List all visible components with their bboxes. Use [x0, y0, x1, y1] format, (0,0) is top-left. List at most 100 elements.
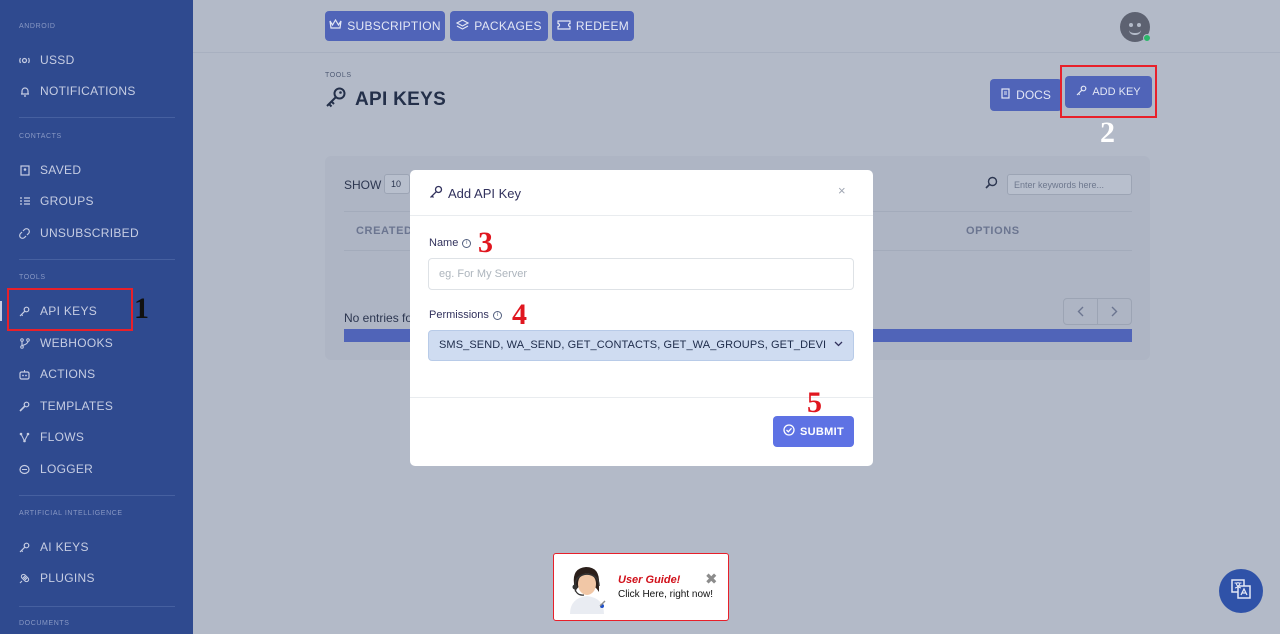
user-guide-subtitle: Click Here, right now!: [618, 589, 714, 600]
name-label: Name i: [429, 237, 472, 249]
permissions-select[interactable]: SMS_SEND, WA_SEND, GET_CONTACTS, GET_WA_…: [428, 330, 854, 361]
annotation-number-3: 3: [478, 226, 493, 259]
sidebar-item-logger[interactable]: LOGGER: [19, 459, 93, 479]
docs-label: DOCS: [1016, 88, 1051, 102]
online-status-dot: [1143, 34, 1151, 42]
user-guide-popup[interactable]: User Guide! Click Here, right now! ✖: [553, 553, 729, 621]
sidebar-item-unsubscribed[interactable]: UNSUBSCRIBED: [19, 223, 139, 243]
next-page-button[interactable]: [1098, 299, 1131, 324]
section-android: ANDROID: [19, 23, 56, 30]
sidebar-item-label: UNSUBSCRIBED: [40, 226, 139, 240]
permissions-value: SMS_SEND, WA_SEND, GET_CONTACTS, GET_WA_…: [439, 339, 827, 351]
branch-icon: [19, 337, 30, 349]
show-label: SHOW: [344, 178, 382, 192]
sidebar-item-flows[interactable]: FLOWS: [19, 427, 84, 447]
ticket-icon: [557, 19, 571, 33]
book-icon: [1001, 88, 1010, 102]
close-icon[interactable]: ×: [838, 183, 846, 198]
sidebar-item-label: WEBHOOKS: [40, 336, 114, 350]
name-label-text: Name: [429, 237, 459, 249]
sidebar-item-plugins[interactable]: PLUGINS: [19, 568, 95, 588]
redeem-label: REDEEM: [575, 19, 630, 33]
avatar-eye: [1137, 23, 1141, 27]
list-icon: [19, 196, 30, 207]
subscription-button[interactable]: SUBSCRIPTION: [325, 11, 445, 41]
key-icon: [325, 86, 347, 114]
key-icon: [429, 185, 443, 202]
section-tools: TOOLS: [19, 274, 46, 281]
page-title: API KEYS: [325, 86, 446, 114]
database-icon: [19, 464, 30, 475]
section-ai: ARTIFICIAL INTELLIGENCE: [19, 510, 123, 517]
redeem-button[interactable]: REDEEM: [552, 11, 634, 41]
avatar-eye: [1129, 23, 1133, 27]
annotation-number-2: 2: [1100, 116, 1115, 149]
active-indicator: [0, 301, 2, 321]
sidebar-divider: [19, 495, 175, 496]
sidebar-item-saved[interactable]: SAVED: [19, 160, 81, 180]
key-icon: [19, 542, 30, 553]
breadcrumb: TOOLS: [325, 72, 352, 79]
sidebar-item-actions[interactable]: ACTIONS: [19, 364, 95, 384]
sidebar-item-label: LOGGER: [40, 462, 94, 476]
page-title-text: API KEYS: [355, 89, 447, 110]
sidebar-item-ussd[interactable]: USSD: [19, 50, 75, 70]
bell-icon: [19, 86, 30, 97]
info-icon[interactable]: i: [492, 310, 502, 320]
annotation-box-1: [7, 288, 133, 331]
check-circle-icon: [783, 424, 795, 439]
support-agent-icon: [564, 562, 610, 614]
layers-icon: [455, 18, 470, 34]
unlink-icon: [19, 227, 30, 239]
section-contacts: CONTACTS: [19, 133, 62, 140]
column-created[interactable]: CREATED: [356, 225, 413, 237]
sidebar-item-notifications[interactable]: NOTIFICATIONS: [19, 81, 136, 101]
prev-page-button[interactable]: [1064, 299, 1098, 324]
sidebar-divider: [19, 117, 175, 118]
translate-button[interactable]: [1219, 569, 1263, 613]
modal-header: Add API Key ×: [410, 170, 873, 216]
sidebar-item-groups[interactable]: GROUPS: [19, 191, 94, 211]
modal-footer-divider: [410, 397, 873, 398]
annotation-number-1: 1: [134, 292, 149, 325]
annotation-box-2: [1060, 65, 1157, 118]
chevron-down-icon: [834, 339, 843, 350]
search-icon: [985, 176, 998, 192]
permissions-label-text: Permissions: [429, 309, 489, 321]
avatar[interactable]: [1120, 12, 1151, 42]
modal-title: Add API Key: [429, 185, 521, 202]
search-input[interactable]: Enter keywords here...: [1007, 174, 1132, 195]
submit-button[interactable]: SUBMIT: [773, 416, 854, 447]
ussd-icon: [19, 55, 30, 66]
sidebar-item-ai-keys[interactable]: AI KEYS: [19, 537, 89, 557]
flow-icon: [19, 432, 30, 443]
sidebar-item-label: FLOWS: [40, 430, 85, 444]
name-input[interactable]: eg. For My Server: [428, 258, 854, 290]
packages-button[interactable]: PACKAGES: [450, 11, 548, 41]
sidebar-item-label: NOTIFICATIONS: [40, 84, 136, 98]
docs-button[interactable]: DOCS: [990, 79, 1062, 111]
modal-title-text: Add API Key: [448, 186, 521, 201]
user-guide-title: User Guide!: [618, 574, 681, 586]
topbar-divider: [193, 52, 1280, 53]
close-icon[interactable]: ✖: [705, 570, 718, 588]
page-size-select[interactable]: 10: [384, 174, 410, 194]
info-icon[interactable]: i: [462, 238, 472, 248]
pagination: [1063, 298, 1132, 325]
plug-icon: [19, 573, 30, 584]
sidebar-item-label: TEMPLATES: [40, 399, 114, 413]
sidebar-item-templates[interactable]: TEMPLATES: [19, 396, 113, 416]
sidebar-item-label: AI KEYS: [40, 540, 89, 554]
column-options: OPTIONS: [966, 225, 1020, 237]
sidebar-item-label: ACTIONS: [40, 367, 96, 381]
sidebar-divider: [19, 606, 175, 607]
sidebar-item-label: USSD: [40, 53, 75, 67]
sidebar-item-webhooks[interactable]: WEBHOOKS: [19, 333, 113, 353]
sidebar-divider: [19, 259, 175, 260]
translate-icon: [1230, 578, 1252, 605]
avatar-mouth: [1129, 30, 1141, 35]
sidebar-item-label: SAVED: [40, 163, 82, 177]
annotation-number-4: 4: [512, 298, 527, 331]
section-documents: DOCUMENTS: [19, 620, 70, 627]
subscription-label: SUBSCRIPTION: [347, 19, 441, 33]
